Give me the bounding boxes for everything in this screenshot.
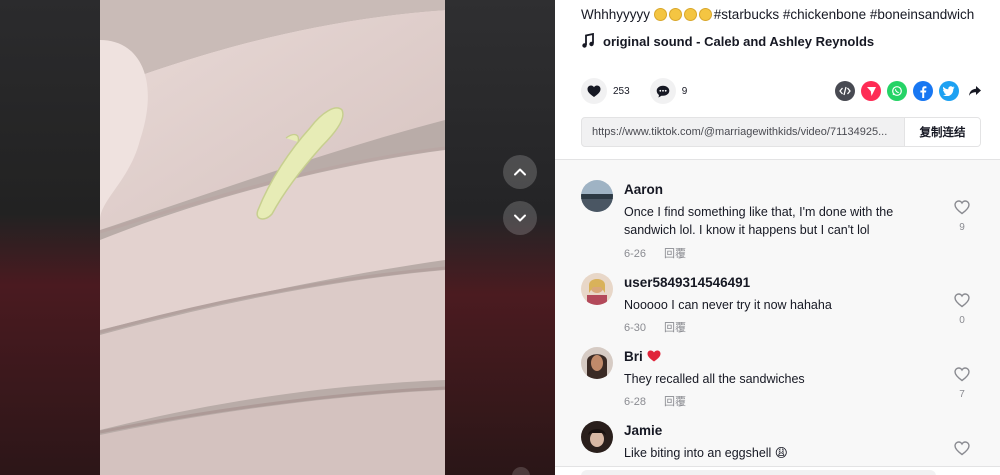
comment-like-count: 9 [959, 222, 965, 233]
video-link-text[interactable]: https://www.tiktok.com/@marriagewithkids… [582, 126, 904, 138]
comment-like-button[interactable] [951, 367, 973, 387]
previous-video-button[interactable] [503, 155, 537, 189]
comment-item: Aaron Once I find something like that, I… [581, 180, 981, 260]
comment-date: 6-28 [624, 396, 647, 408]
sound-link[interactable]: original sound - Caleb and Ashley Reynol… [581, 33, 874, 49]
facebook-icon[interactable] [913, 81, 933, 101]
comment-author[interactable]: Bri [624, 349, 661, 364]
comment-input[interactable] [581, 470, 936, 475]
caption-text: Whhhyyyyy [581, 7, 651, 22]
twitter-icon[interactable] [939, 81, 959, 101]
crying-laughing-emoji-icon [698, 8, 712, 21]
heart-outline-icon [954, 200, 970, 215]
comment-item: Jamie Like biting into an eggshell 😩 [581, 421, 981, 471]
embed-icon[interactable] [835, 81, 855, 101]
like-count: 253 [613, 85, 630, 97]
chevron-up-icon [514, 168, 526, 176]
comment-text: Like biting into an eggshell 😩 [624, 446, 788, 460]
crying-laughing-emoji-icon [683, 8, 697, 21]
video-player[interactable] [0, 0, 555, 475]
heart-icon [587, 85, 601, 97]
comment-item: user5849314546491 Nooooo I can never try… [581, 273, 981, 335]
chevron-down-icon [514, 214, 526, 222]
comment-button[interactable] [649, 78, 676, 104]
sound-label[interactable]: original sound - Caleb and Ashley Reynol… [603, 34, 874, 49]
whatsapp-icon[interactable] [887, 81, 907, 101]
heart-outline-icon [954, 293, 970, 308]
comment-text: They recalled all the sandwiches [624, 372, 805, 386]
video-content-image [100, 0, 445, 475]
comment-group: 9 [649, 78, 688, 104]
video-frame[interactable] [100, 0, 445, 475]
copy-link-box: https://www.tiktok.com/@marriagewithkids… [581, 117, 981, 147]
comment-like-button[interactable] [951, 293, 973, 313]
reply-button[interactable]: 回覆 [664, 396, 686, 408]
avatar[interactable] [581, 273, 613, 305]
caption-hashtags[interactable]: #starbucks #chickenbone #boneinsandwich [714, 7, 974, 22]
avatar[interactable] [581, 180, 613, 212]
comment-like-count: 0 [959, 315, 965, 326]
action-bar: 253 9 [581, 78, 985, 104]
copy-link-button[interactable]: 复制连结 [904, 118, 980, 146]
comment-meta: 6-28 回覆 [624, 393, 686, 409]
comment-text: Once I find something like that, I'm don… [624, 205, 894, 237]
video-caption: Whhhyyyyy #starbucks #chickenbone #bonei… [581, 7, 974, 22]
music-note-icon [581, 33, 595, 49]
comment-count: 9 [681, 85, 688, 97]
comment-date: 6-26 [624, 248, 647, 260]
like-group: 253 [581, 78, 630, 104]
reply-button[interactable]: 回覆 [664, 248, 686, 260]
comment-input-bar [555, 466, 1000, 475]
share-arrow-icon[interactable] [965, 81, 985, 101]
video-blur-background-right [445, 0, 555, 475]
comment-like-count: 7 [959, 389, 965, 400]
comment-like-button[interactable] [951, 441, 973, 461]
crying-laughing-emoji-icon [668, 8, 682, 21]
comment-list[interactable]: Aaron Once I find something like that, I… [555, 160, 1000, 475]
heart-outline-icon [954, 441, 970, 456]
avatar[interactable] [581, 421, 613, 453]
crying-laughing-emoji-icon [653, 8, 667, 21]
comment-author-name[interactable]: Bri [624, 349, 643, 364]
comment-author[interactable]: Jamie [624, 423, 662, 438]
comment-date: 6-30 [624, 322, 647, 334]
send-icon[interactable] [861, 81, 881, 101]
comment-author[interactable]: user5849314546491 [624, 275, 750, 290]
reply-button[interactable]: 回覆 [664, 322, 686, 334]
comment-text: Nooooo I can never try it now hahaha [624, 298, 832, 312]
comment-meta: 6-26 回覆 [624, 245, 686, 261]
video-blur-background-left [0, 0, 100, 475]
comment-meta: 6-30 回覆 [624, 319, 686, 335]
heart-outline-icon [954, 367, 970, 382]
details-panel: Whhhyyyyy #starbucks #chickenbone #bonei… [555, 0, 1000, 475]
avatar[interactable] [581, 347, 613, 379]
next-video-button[interactable] [503, 201, 537, 235]
comment-item: Bri They recalled all the sandwiches 6-2… [581, 347, 981, 409]
like-button[interactable] [581, 78, 607, 104]
comment-like-button[interactable] [951, 200, 973, 220]
comment-icon [656, 85, 669, 97]
heart-emoji-icon [647, 350, 661, 362]
share-group [835, 81, 985, 101]
comment-author[interactable]: Aaron [624, 182, 663, 197]
